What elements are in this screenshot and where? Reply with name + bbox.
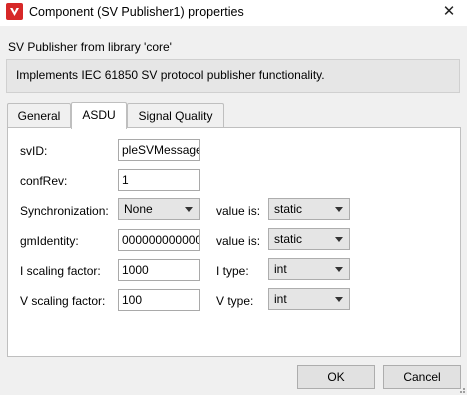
chevron-down-icon (335, 267, 343, 272)
gmid-value-is-select[interactable]: static (268, 228, 350, 250)
gmid-value-is-label: value is: (216, 234, 261, 248)
asdu-panel: svID: pleSVMessage confRev: 1 Synchroniz… (7, 127, 461, 357)
description-text: Implements IEC 61850 SV protocol publish… (16, 68, 325, 82)
gmidentity-label: gmIdentity: (20, 234, 79, 248)
tab-bar: General ASDU Signal Quality (7, 102, 461, 129)
gmid-value-is-value: static (274, 232, 303, 246)
gmidentity-input[interactable]: 0000000000000 (118, 229, 200, 251)
sync-value-is-select[interactable]: static (268, 198, 350, 220)
chevron-down-icon (335, 237, 343, 242)
v-type-select[interactable]: int (268, 288, 350, 310)
i-type-label: I type: (216, 264, 249, 278)
ok-button[interactable]: OK (297, 365, 375, 389)
sync-value-is-value: static (274, 202, 303, 216)
close-icon[interactable]: ✕ (439, 2, 459, 22)
resize-grip-icon[interactable] (455, 383, 465, 393)
title-bar: Component (SV Publisher1) properties ✕ (0, 0, 467, 26)
svid-label: svID: (20, 144, 48, 158)
v-type-value: int (274, 292, 287, 306)
tab-asdu[interactable]: ASDU (71, 102, 127, 129)
cancel-button[interactable]: Cancel (383, 365, 461, 389)
i-scaling-input[interactable]: 1000 (118, 259, 200, 281)
component-description: Implements IEC 61850 SV protocol publish… (6, 59, 460, 93)
v-scaling-input[interactable]: 100 (118, 289, 200, 311)
v-type-label: V type: (216, 294, 254, 308)
app-logo-icon (6, 3, 23, 20)
chevron-down-icon (185, 207, 193, 212)
tab-signal-quality[interactable]: Signal Quality (127, 103, 224, 128)
window-title: Component (SV Publisher1) properties (29, 5, 244, 19)
confrev-label: confRev: (20, 174, 68, 188)
i-scaling-label: I scaling factor: (20, 264, 101, 278)
chevron-down-icon (335, 207, 343, 212)
component-heading: SV Publisher from library 'core' (8, 40, 172, 54)
i-type-select[interactable]: int (268, 258, 350, 280)
v-scaling-label: V scaling factor: (20, 294, 106, 308)
tab-general[interactable]: General (7, 103, 71, 128)
confrev-input[interactable]: 1 (118, 169, 200, 191)
chevron-down-icon (335, 297, 343, 302)
synchronization-select[interactable]: None (118, 198, 200, 220)
synchronization-label: Synchronization: (20, 204, 109, 218)
sync-value-is-label: value is: (216, 204, 261, 218)
i-type-value: int (274, 262, 287, 276)
synchronization-value: None (124, 202, 153, 216)
svid-input[interactable]: pleSVMessage (118, 139, 200, 161)
